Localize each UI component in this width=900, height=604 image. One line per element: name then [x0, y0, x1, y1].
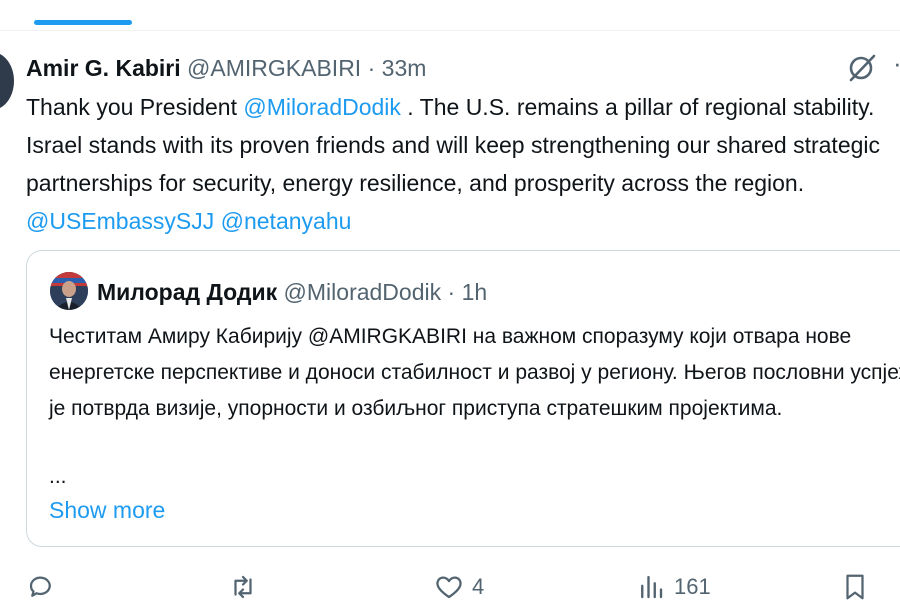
tweet-text-part: Thank you President	[26, 94, 244, 120]
reply-icon	[29, 576, 51, 597]
views-count: 161	[674, 574, 711, 599]
bookmark-button[interactable]	[840, 570, 870, 604]
tweet-header: Amir G. Kabiri @AMIRGKABIRI · 33m	[26, 54, 426, 82]
quote-author-avatar	[50, 272, 88, 310]
header-separator: ·	[367, 55, 376, 81]
views-icon	[641, 575, 663, 599]
quoted-tweet[interactable]: Милорад Додик @MiloradDodik · 1h Честита…	[26, 250, 900, 547]
quote-text: Честитам Амиру Кабирију @AMIRGKABIRI на …	[49, 325, 900, 420]
reply-button[interactable]	[26, 570, 64, 604]
quote-author-name[interactable]: Милорад Додик	[97, 279, 277, 305]
heart-icon	[436, 576, 462, 599]
retweet-icon	[234, 575, 252, 599]
author-avatar[interactable]	[0, 52, 14, 110]
tweet-text: Thank you President @MiloradDodik . The …	[26, 88, 900, 240]
quote-author-handle[interactable]: @MiloradDodik	[284, 279, 442, 305]
like-count: 4	[472, 574, 485, 599]
mention-link[interactable]: @netanyahu	[221, 208, 352, 234]
grok-icon[interactable]	[846, 52, 878, 84]
author-handle[interactable]: @AMIRGKABIRI	[187, 55, 361, 81]
like-button[interactable]: 4	[434, 570, 484, 604]
tab-divider	[0, 30, 900, 31]
bookmark-icon	[846, 574, 864, 600]
quote-header-separator: ·	[447, 279, 456, 305]
active-tab-indicator	[34, 20, 132, 25]
quote-time[interactable]: 1h	[462, 279, 488, 305]
tweet-time[interactable]: 33m	[382, 55, 427, 81]
quote-ellipsis: ...	[49, 465, 67, 488]
mention-link[interactable]: @MiloradDodik	[243, 94, 401, 120]
quote-header: Милорад Додик @MiloradDodik · 1h	[97, 278, 487, 306]
retweet-button[interactable]	[228, 570, 266, 604]
more-icon[interactable]: ·	[893, 50, 900, 76]
author-name[interactable]: Amir G. Kabiri	[26, 55, 181, 81]
views-button[interactable]: 161	[636, 570, 711, 604]
mention-link[interactable]: @USEmbassySJJ	[26, 208, 214, 234]
show-more-link[interactable]: Show more	[49, 496, 165, 524]
